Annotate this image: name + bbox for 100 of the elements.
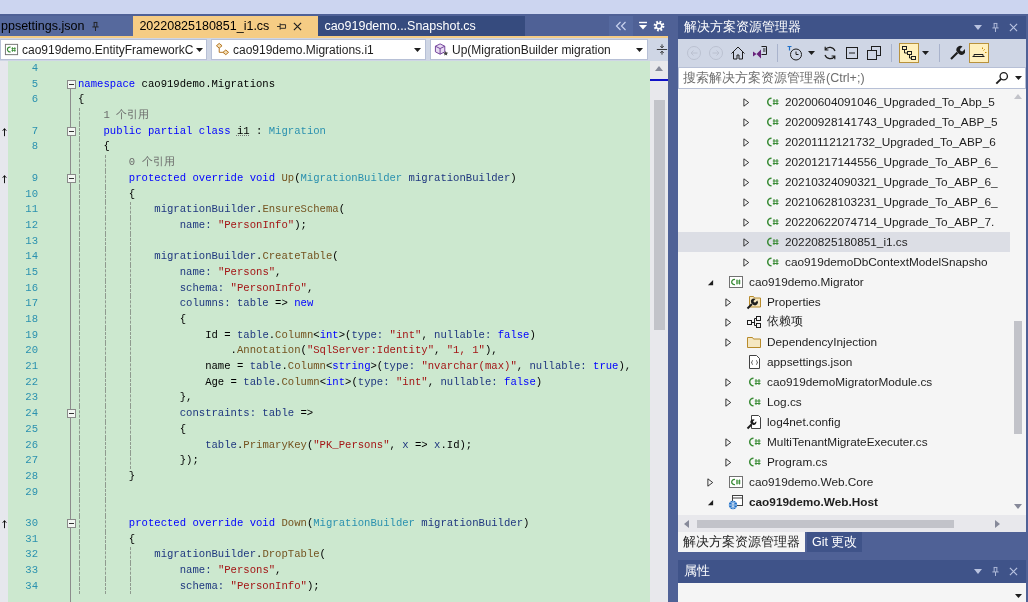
collapse-icon[interactable] xyxy=(66,519,76,529)
csharp-file-icon xyxy=(764,254,780,270)
method-icon xyxy=(434,42,449,57)
expand-arrow-icon[interactable] xyxy=(742,197,750,207)
expand-arrow-icon[interactable] xyxy=(742,117,750,127)
code-line: name: "Persons", xyxy=(179,265,282,278)
split-icon[interactable] xyxy=(656,43,668,56)
tree-item[interactable]: Log.cs xyxy=(678,392,1010,412)
project-dropdown[interactable]: cao919demo.EntityFrameworkC xyxy=(0,39,207,60)
expand-arrow-icon[interactable] xyxy=(724,337,732,347)
tree-item[interactable]: 依赖项 xyxy=(678,312,1010,332)
up-arrow-icon[interactable] xyxy=(1,518,7,529)
scrollbar-thumb[interactable] xyxy=(697,519,954,528)
line-number: 13 xyxy=(25,234,38,247)
tree-item[interactable]: log4net.config xyxy=(678,412,1010,432)
tree-item[interactable]: Properties xyxy=(678,292,1010,312)
expanded-arrow-icon[interactable] xyxy=(706,498,714,506)
reference-count[interactable]: 1 个引用 xyxy=(103,109,150,122)
code-line: migrationBuilder.EnsureSchema( xyxy=(154,203,346,216)
tree-item[interactable]: cao919demoDbContextModelSnapsho xyxy=(678,252,1010,272)
toolbar-button[interactable] xyxy=(785,43,805,63)
settings-icon[interactable] xyxy=(653,20,665,32)
tree-item[interactable]: cao919demo.Web.Core xyxy=(678,472,1010,492)
toolbar-button[interactable] xyxy=(899,43,919,63)
panel-tab[interactable]: Git 更改 xyxy=(807,532,863,552)
scroll-up-icon[interactable] xyxy=(655,66,663,71)
dependency-nodes-icon xyxy=(746,314,762,330)
tree-item[interactable]: 20200604091046_Upgraded_To_Abp_5 xyxy=(678,92,1010,112)
collapse-icon[interactable] xyxy=(66,409,76,419)
dropdown-icon[interactable] xyxy=(974,25,982,30)
collapse-icon[interactable] xyxy=(66,127,76,137)
tree-item[interactable]: 20220825180851_i1.cs xyxy=(678,232,1010,252)
csharp-file-icon xyxy=(746,374,762,390)
document-tab[interactable]: cao919demo...Snapshot.cs xyxy=(318,16,525,36)
expand-arrow-icon[interactable] xyxy=(742,257,750,267)
vertical-scrollbar[interactable] xyxy=(650,61,668,602)
expand-arrow-icon[interactable] xyxy=(724,397,732,407)
document-tab[interactable]: 20220825180851_i1.cs xyxy=(133,16,319,36)
member-dropdown[interactable]: Up(MigrationBuilder migration xyxy=(430,39,648,60)
expand-arrow-icon[interactable] xyxy=(724,437,732,447)
tree-item[interactable]: 20201112121732_Upgraded_To_ABP_6 xyxy=(678,132,1010,152)
tree-item[interactable]: cao919demo.Migrator xyxy=(678,272,1010,292)
tree-item[interactable]: 20220622074714_Upgrade_To_ABP_7. xyxy=(678,212,1010,232)
dropdown-icon[interactable] xyxy=(974,569,982,574)
wrench-folder-icon xyxy=(746,294,762,310)
caret-icon[interactable] xyxy=(808,51,815,55)
tree-item[interactable]: cao919demo.Web.Host xyxy=(678,492,1010,512)
expand-arrow-icon[interactable] xyxy=(742,97,750,107)
up-arrow-icon[interactable] xyxy=(1,126,7,137)
code-line: }, xyxy=(179,391,193,404)
caret-icon[interactable] xyxy=(922,51,929,55)
scroll-left-icon[interactable] xyxy=(684,519,689,528)
up-arrow-icon[interactable] xyxy=(1,173,7,184)
tree-item[interactable]: 20200928141743_Upgraded_To_ABP_5 xyxy=(678,112,1010,132)
reference-count[interactable]: 0 个引用 xyxy=(128,156,175,169)
document-tab[interactable]: ppsettings.json xyxy=(0,16,134,36)
expand-arrow-icon[interactable] xyxy=(742,237,750,247)
expand-arrow-icon[interactable] xyxy=(742,177,750,187)
type-dropdown[interactable]: cao919demo.Migrations.i1 xyxy=(211,39,426,60)
code-line: Age = table.Column<int>(type: "int", nullable: false) xyxy=(205,375,543,388)
scroll-down-icon[interactable] xyxy=(1014,504,1022,509)
scroll-right-icon[interactable] xyxy=(995,519,1000,528)
tree-item[interactable]: 20210324090321_Upgrade_To_ABP_6_ xyxy=(678,172,1010,192)
tree-item[interactable]: DependencyInjection xyxy=(678,332,1010,352)
collapse-icon[interactable] xyxy=(66,174,76,184)
tree-item[interactable]: 20210628103231_Upgrade_To_ABP_6_ xyxy=(678,192,1010,212)
expand-arrow-icon[interactable] xyxy=(724,457,732,467)
search-field[interactable]: 搜索解决方案资源管理器(Ctrl+;) xyxy=(678,67,1026,89)
panel-title: 解决方案资源管理器 xyxy=(684,19,801,36)
caret-icon[interactable] xyxy=(1015,594,1022,598)
line-number: 14 xyxy=(25,250,38,263)
search-icon[interactable] xyxy=(995,71,1009,85)
expand-arrow-icon[interactable] xyxy=(742,137,750,147)
tree-item[interactable]: MultiTenantMigrateExecuter.cs xyxy=(678,432,1010,452)
tab-scroll-button[interactable] xyxy=(609,16,633,36)
expand-arrow-icon[interactable] xyxy=(724,297,732,307)
code-line: name = table.Column<string>(type: "nvarchar(max)", nullable: true), xyxy=(205,360,632,373)
toolbar-button[interactable] xyxy=(864,43,884,63)
caret-icon xyxy=(414,47,421,52)
caret-icon[interactable] xyxy=(1015,76,1022,80)
vertical-scrollbar[interactable] xyxy=(1010,89,1026,515)
close-icon[interactable] xyxy=(293,21,303,31)
pin-icon[interactable] xyxy=(276,21,288,31)
expand-arrow-icon[interactable] xyxy=(742,217,750,227)
expand-arrow-icon[interactable] xyxy=(724,317,732,327)
expand-arrow-icon[interactable] xyxy=(706,477,714,487)
toolbar-button[interactable] xyxy=(969,43,989,63)
tree-item[interactable]: 20201217144556_Upgrade_To_ABP_6_ xyxy=(678,152,1010,172)
collapse-icon[interactable] xyxy=(66,80,76,90)
horizontal-scrollbar[interactable] xyxy=(678,515,1026,532)
expanded-arrow-icon[interactable] xyxy=(706,278,714,286)
dropdown-icon[interactable] xyxy=(638,21,648,31)
expand-arrow-icon[interactable] xyxy=(724,377,732,387)
scrollbar-thumb[interactable] xyxy=(1014,321,1022,434)
panel-tab[interactable]: 解决方案资源管理器 xyxy=(678,532,805,552)
tree-item[interactable]: Program.cs xyxy=(678,452,1010,472)
tree-item[interactable]: appsettings.json xyxy=(678,352,1010,372)
expand-arrow-icon[interactable] xyxy=(742,157,750,167)
tree-item[interactable]: cao919demoMigratorModule.cs xyxy=(678,372,1010,392)
scrollbar-thumb[interactable] xyxy=(653,100,665,330)
